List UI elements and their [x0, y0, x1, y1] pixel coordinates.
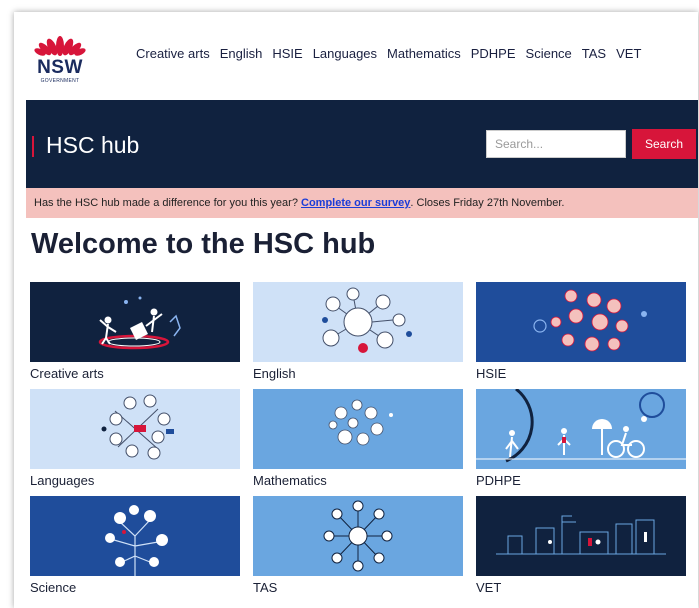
- nav-hsie[interactable]: HSIE: [272, 46, 302, 61]
- tile-languages[interactable]: Languages: [30, 389, 240, 488]
- vet-illustration: [476, 496, 686, 576]
- nav-english[interactable]: English: [220, 46, 263, 61]
- tile-label: Mathematics: [253, 473, 327, 488]
- tile-hsie[interactable]: HSIE: [476, 282, 686, 381]
- tile-label: Science: [30, 580, 77, 595]
- title-accent-bar: [32, 136, 34, 157]
- nav-tas[interactable]: TAS: [582, 46, 606, 61]
- logo-text: NSW: [37, 57, 83, 78]
- languages-illustration: [30, 389, 240, 469]
- tile-creative-arts[interactable]: Creative arts: [30, 282, 240, 381]
- tile-science[interactable]: Science: [30, 496, 240, 595]
- notice-text: Has the HSC hub made a difference for yo…: [34, 197, 301, 209]
- nav-mathematics[interactable]: Mathematics: [387, 46, 461, 61]
- logo-subtext: GOVERNMENT: [40, 78, 80, 84]
- waratah-icon: [34, 36, 86, 56]
- tile-label: Creative arts: [30, 366, 104, 381]
- nav-science[interactable]: Science: [526, 46, 572, 61]
- tile-tas[interactable]: TAS: [253, 496, 463, 595]
- hsie-illustration: [476, 282, 686, 362]
- tile-pdhpe[interactable]: PDHPE: [476, 389, 686, 488]
- mathematics-illustration: [253, 389, 463, 469]
- creative-arts-illustration: [30, 282, 240, 362]
- survey-notice: Has the HSC hub made a difference for yo…: [26, 188, 698, 218]
- main-nav: Creative arts English HSIE Languages Mat…: [136, 46, 651, 61]
- tile-label: Languages: [30, 473, 95, 488]
- nav-vet[interactable]: VET: [616, 46, 641, 61]
- nsw-government-logo[interactable]: NSW GOVERNMENT: [30, 28, 90, 90]
- search-button[interactable]: Search: [632, 129, 696, 159]
- notice-closing-text: . Closes Friday 27th November.: [410, 197, 565, 209]
- browser-page: NSW GOVERNMENT Creative arts English HSI…: [14, 12, 698, 608]
- hsc-hub-banner: HSC hub Search: [26, 100, 698, 188]
- site-header: NSW GOVERNMENT Creative arts English HSI…: [14, 12, 698, 98]
- survey-link[interactable]: Complete our survey: [301, 197, 410, 209]
- tile-label: English: [253, 366, 296, 381]
- nav-creative-arts[interactable]: Creative arts: [136, 46, 210, 61]
- tile-mathematics[interactable]: Mathematics: [253, 389, 463, 488]
- tile-vet[interactable]: VET: [476, 496, 686, 595]
- nav-pdhpe[interactable]: PDHPE: [471, 46, 516, 61]
- tile-label: TAS: [253, 580, 278, 595]
- tile-label: HSIE: [476, 366, 507, 381]
- science-illustration: [30, 496, 240, 576]
- pdhpe-illustration: [476, 389, 686, 469]
- search-input[interactable]: [486, 130, 626, 158]
- english-illustration: [253, 282, 463, 362]
- tile-english[interactable]: English: [253, 282, 463, 381]
- banner-title: HSC hub: [46, 132, 140, 158]
- tas-illustration: [253, 496, 463, 576]
- tile-label: PDHPE: [476, 473, 521, 488]
- tile-label: VET: [476, 580, 502, 595]
- page-heading: Welcome to the HSC hub: [31, 228, 376, 260]
- nav-languages[interactable]: Languages: [313, 46, 377, 61]
